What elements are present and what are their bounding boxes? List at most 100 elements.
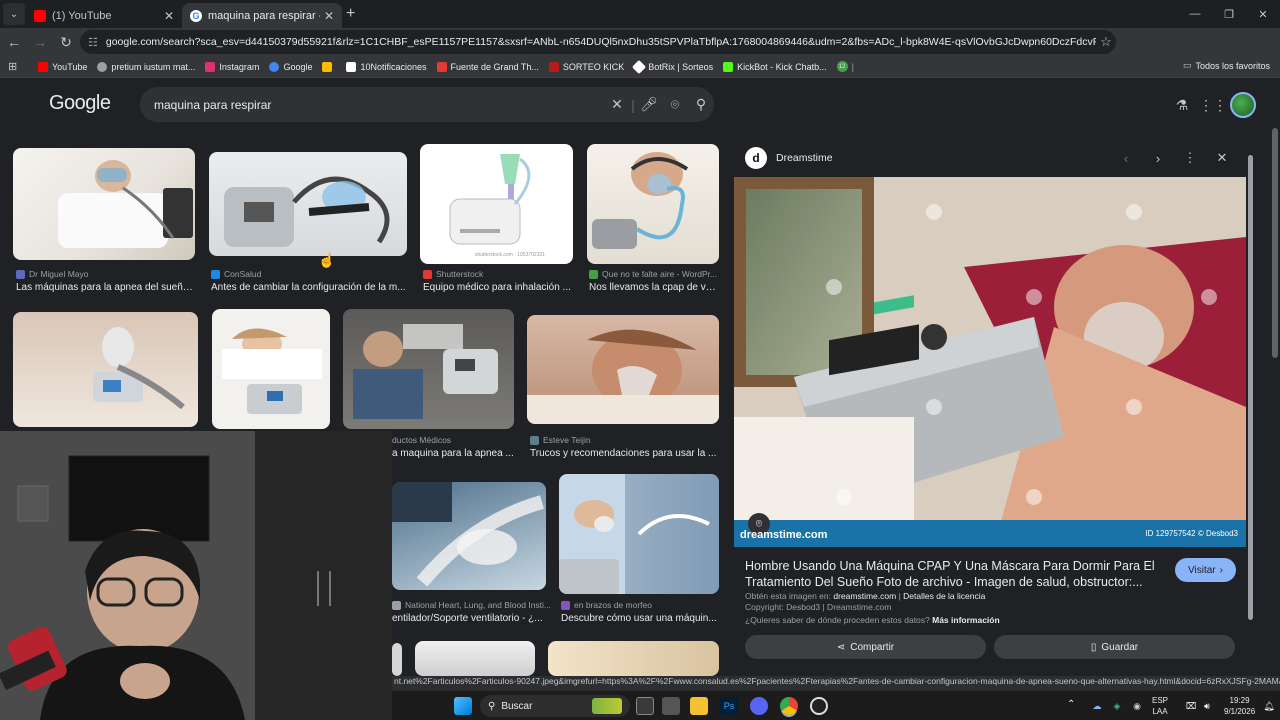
site-info-icon[interactable]: ☷ xyxy=(88,36,98,49)
image-result[interactable] xyxy=(212,309,330,429)
bookmark-item[interactable]: Google xyxy=(269,61,312,72)
labs-flask-icon[interactable]: ⚗ xyxy=(1171,94,1193,116)
close-window-icon[interactable]: ✕ xyxy=(1246,0,1280,28)
image-result[interactable] xyxy=(527,315,719,424)
result-source[interactable]: Shutterstock xyxy=(423,269,483,279)
image-result[interactable] xyxy=(559,474,719,594)
result-caption[interactable]: Las máquinas para la apnea del sueño... xyxy=(16,282,196,293)
address-bar[interactable]: ☷ google.com/search?sca_esv=d44150379d55… xyxy=(80,30,1116,54)
share-button[interactable]: ⋖ Compartir xyxy=(745,635,986,659)
tab-google-search[interactable]: G maquina para respirar - Buscar ✕ xyxy=(182,3,342,28)
reload-icon[interactable]: ↻ xyxy=(54,30,78,54)
license-link[interactable]: Detalles de la licencia xyxy=(903,591,985,601)
close-icon[interactable]: ✕ xyxy=(164,9,174,23)
show-hidden-icons[interactable]: ⌃ xyxy=(1067,699,1075,710)
file-explorer-icon[interactable] xyxy=(690,697,708,715)
result-source[interactable]: ConSalud xyxy=(211,269,261,279)
image-title[interactable]: Hombre Usando Una Máquina CPAP Y Una Más… xyxy=(745,558,1155,590)
account-avatar[interactable] xyxy=(1230,92,1256,118)
image-result[interactable]: shutterstock.com · 1053702321 xyxy=(420,144,573,264)
apps-grid-icon[interactable]: ⊞ xyxy=(8,60,28,73)
all-bookmarks[interactable]: ▭ Todos los favoritos xyxy=(1183,60,1270,71)
tab-youtube[interactable]: (1) YouTube ✕ xyxy=(26,3,182,28)
bookmark-item[interactable]: Instagram xyxy=(205,61,259,72)
obs-icon[interactable] xyxy=(810,697,828,715)
bookmark-item[interactable]: SORTEO KICK xyxy=(548,61,624,72)
microphone-icon[interactable]: 🎤︎ xyxy=(636,96,662,113)
image-result[interactable] xyxy=(13,148,195,260)
page-scrollbar[interactable] xyxy=(1270,80,1280,678)
result-source[interactable]: Dr Miguel Mayo xyxy=(16,269,89,279)
tray-app-icon[interactable]: ◉ xyxy=(1128,697,1146,715)
result-caption[interactable]: Nos llevamos la cpap de va... xyxy=(589,282,719,293)
image-result[interactable] xyxy=(548,641,719,676)
back-icon[interactable]: ← xyxy=(2,30,26,54)
forward-icon[interactable]: → xyxy=(28,30,52,54)
more-info-link[interactable]: Más información xyxy=(932,615,1000,625)
search-icon[interactable]: ⚲ xyxy=(688,96,714,113)
restore-icon[interactable]: ❐ xyxy=(1212,0,1246,28)
panel-scrollbar-thumb[interactable] xyxy=(1248,155,1253,620)
phone-link-icon[interactable] xyxy=(662,697,680,715)
result-caption[interactable]: Equipo médico para inhalación ... xyxy=(423,282,573,293)
previous-icon[interactable]: ‹ xyxy=(1116,148,1136,168)
obtain-site-link[interactable]: dreamstime.com xyxy=(833,591,896,601)
result-caption[interactable]: Descubre cómo usar una máquin... xyxy=(561,613,719,624)
image-result[interactable] xyxy=(13,312,198,427)
bookmark-item[interactable]: Fuente de Grand Th... xyxy=(436,61,539,72)
more-options-icon[interactable]: ⋮ xyxy=(1180,148,1200,168)
result-caption[interactable]: Trucos y recomendaciones para usar la ..… xyxy=(530,448,719,459)
image-result[interactable] xyxy=(392,643,402,676)
chrome-icon[interactable] xyxy=(780,697,798,715)
next-icon[interactable]: › xyxy=(1148,148,1168,168)
result-caption[interactable]: Antes de cambiar la configuración de la … xyxy=(211,282,407,293)
image-result[interactable] xyxy=(415,641,535,676)
bookmark-item[interactable]: KickBot - Kick Chatb... xyxy=(723,61,827,72)
google-apps-icon[interactable]: ⋮⋮ xyxy=(1199,94,1227,116)
tray-onedrive-icon[interactable]: ☁ xyxy=(1088,697,1106,715)
taskbar-search[interactable]: ⚲ Buscar xyxy=(480,695,630,717)
bookmark-item[interactable]: BotRix | Sorteos xyxy=(632,59,713,74)
image-result[interactable] xyxy=(392,482,546,590)
notifications-icon[interactable]: 🔔︎ xyxy=(1260,697,1278,715)
site-logo[interactable]: d xyxy=(745,147,767,169)
visit-button[interactable]: Visitar › xyxy=(1175,558,1236,582)
result-caption[interactable]: a maquina para la apnea ... xyxy=(392,448,514,459)
result-caption[interactable]: entilador/Soporte ventilatorio - ¿... xyxy=(392,613,546,624)
bookmark-item[interactable]: YouTube xyxy=(38,61,87,72)
google-logo[interactable]: Google xyxy=(49,92,111,115)
result-source[interactable]: Esteve Teijin xyxy=(530,435,591,445)
site-name[interactable]: Dreamstime xyxy=(776,152,833,164)
bookmark-item[interactable]: 10Notificaciones xyxy=(346,61,427,72)
bookmark-star-icon[interactable]: ☆ xyxy=(1096,34,1116,50)
preview-image[interactable] xyxy=(734,177,1246,547)
result-source[interactable]: ductos Médicos xyxy=(392,435,451,445)
photoshop-icon[interactable]: Ps xyxy=(720,697,738,715)
search-input[interactable]: maquina para respirar ✕ | 🎤︎ ⌾ ⚲ xyxy=(140,87,714,122)
lens-icon[interactable]: ⌾ xyxy=(662,96,688,113)
clock[interactable]: 19:29 9/1/2026 xyxy=(1224,695,1255,717)
tray-app-icon[interactable]: ◈ xyxy=(1108,697,1126,715)
close-icon[interactable]: ✕ xyxy=(324,9,334,23)
clear-icon[interactable]: ✕ xyxy=(604,96,630,113)
image-result[interactable] xyxy=(587,144,719,264)
close-icon[interactable]: ✕ xyxy=(1212,148,1232,168)
discord-icon[interactable] xyxy=(750,697,768,715)
language-indicator[interactable]: ESP LAA xyxy=(1152,695,1168,717)
save-button[interactable]: ▯ Guardar xyxy=(994,635,1235,659)
panel-scrollbar[interactable] xyxy=(1247,150,1255,670)
page-scrollbar-thumb[interactable] xyxy=(1272,128,1278,358)
volume-icon[interactable]: 🔊︎ xyxy=(1198,697,1216,715)
new-tab-button[interactable]: + xyxy=(346,5,355,23)
bookmark-item[interactable]: 12 | xyxy=(836,61,854,72)
image-result[interactable] xyxy=(209,152,407,256)
bookmark-item[interactable] xyxy=(322,61,336,72)
task-view-icon[interactable] xyxy=(636,697,654,715)
result-source[interactable]: National Heart, Lung, and Blood Insti... xyxy=(392,600,551,610)
windows-start-icon[interactable] xyxy=(454,697,472,715)
bookmark-item[interactable]: pretium iustum mat... xyxy=(97,61,195,72)
minimize-icon[interactable]: — xyxy=(1178,0,1212,28)
result-source[interactable]: Que no te falte aire - WordPr... xyxy=(589,269,717,279)
image-result[interactable] xyxy=(343,309,514,429)
result-source[interactable]: en brazos de morfeo xyxy=(561,600,652,610)
